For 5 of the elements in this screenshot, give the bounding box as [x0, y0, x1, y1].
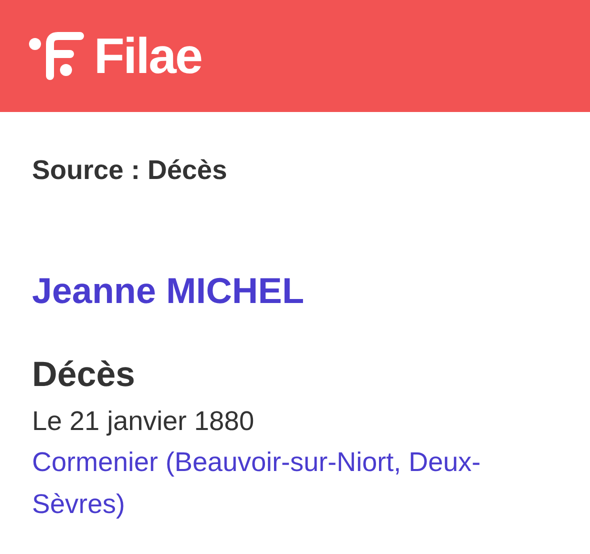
event-place-link[interactable]: Cormenier (Beauvoir-sur-Niort, Deux-Sèvres) — [32, 440, 572, 524]
source-label: Source : Décès — [32, 154, 228, 187]
person-name[interactable]: Jeanne MICHEL — [32, 268, 558, 313]
event-date: Le 21 janvier 1880 — [32, 404, 256, 438]
event-title: Décès — [32, 354, 136, 396]
